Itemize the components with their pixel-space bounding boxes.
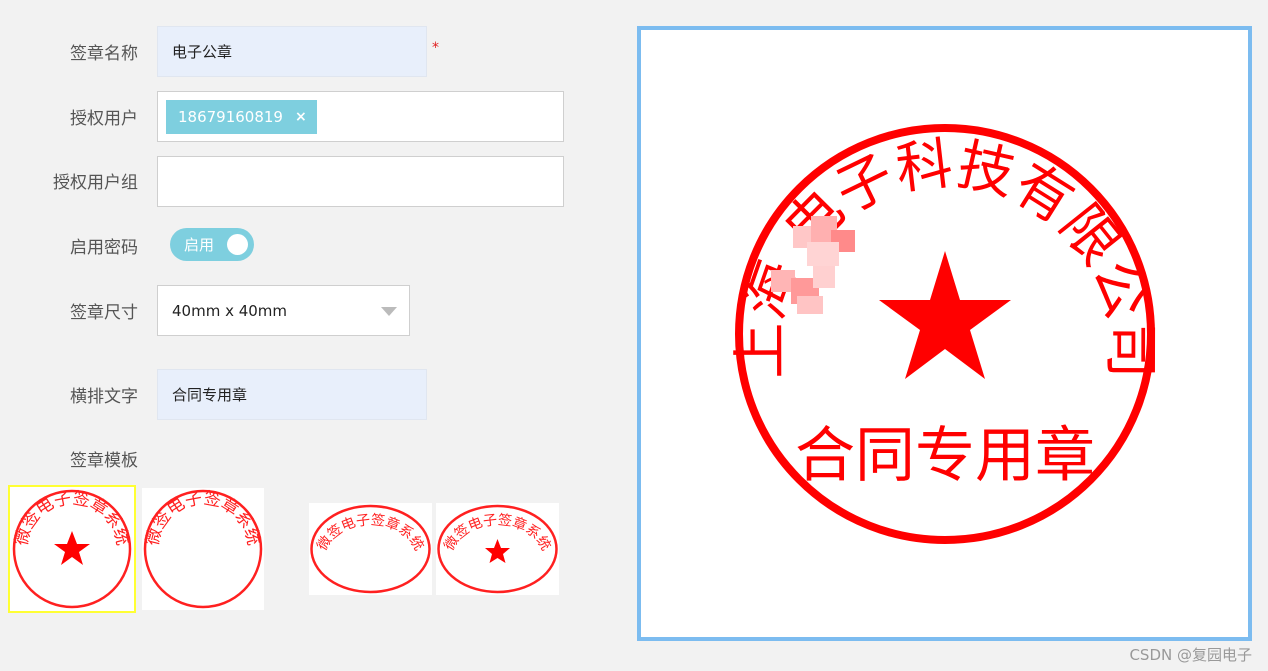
seal-template-icon: 微签电子签章系统	[143, 488, 264, 609]
template-text: 微签电子签章系统	[143, 488, 264, 547]
seal-template-icon: 微签电子签章系统	[437, 504, 558, 594]
size-value: 40mm x 40mm	[172, 301, 288, 320]
horizontal-text-label: 横排文字	[70, 387, 138, 407]
toggle-knob	[227, 234, 248, 255]
auth-group-label: 授权用户组	[53, 173, 138, 193]
redaction-mosaic	[771, 266, 841, 316]
template-label: 签章模板	[70, 451, 138, 471]
seal-name-value: 电子公章	[172, 43, 233, 61]
auth-user-label: 授权用户	[70, 109, 138, 129]
size-label: 签章尺寸	[70, 303, 138, 323]
password-toggle[interactable]: 启用	[170, 228, 254, 261]
seal-template-icon: 微签电子签章系统	[12, 488, 132, 609]
required-mark: *	[432, 40, 439, 56]
auth-user-input[interactable]: 18679160819 ×	[157, 91, 564, 142]
template-option-2[interactable]: 微签电子签章系统	[142, 488, 264, 610]
password-label: 启用密码	[70, 238, 138, 258]
seal-template-icon: 微签电子签章系统	[310, 504, 431, 594]
horizontal-text-value: 合同专用章	[172, 386, 248, 404]
horizontal-text-input[interactable]: 合同专用章	[157, 369, 427, 420]
toggle-label: 启用	[184, 236, 215, 254]
close-icon[interactable]: ×	[295, 109, 307, 125]
seal-name-input[interactable]: 电子公章	[157, 26, 427, 77]
seal-preview-image: 上海 电子科技有限公司 合同专用章	[728, 124, 1163, 544]
template-option-3[interactable]: 微签电子签章系统	[309, 503, 432, 595]
seal-name-label: 签章名称	[70, 44, 138, 64]
watermark: CSDN @复园电子	[1129, 646, 1252, 664]
seal-preview: 上海 电子科技有限公司 合同专用章	[637, 26, 1252, 641]
svg-text:微签电子签章系统: 微签电子签章系统	[143, 488, 264, 547]
star-icon	[879, 251, 1011, 379]
chevron-down-icon	[381, 307, 397, 316]
user-tag: 18679160819 ×	[166, 99, 317, 134]
template-option-1[interactable]: 微签电子签章系统	[8, 485, 136, 613]
template-option-4[interactable]: 微签电子签章系统	[436, 503, 559, 595]
seal-center-text: 合同专用章	[795, 421, 1095, 491]
size-select[interactable]: 40mm x 40mm	[157, 285, 410, 336]
user-tag-text: 18679160819	[178, 107, 283, 126]
auth-group-input[interactable]	[157, 156, 564, 207]
